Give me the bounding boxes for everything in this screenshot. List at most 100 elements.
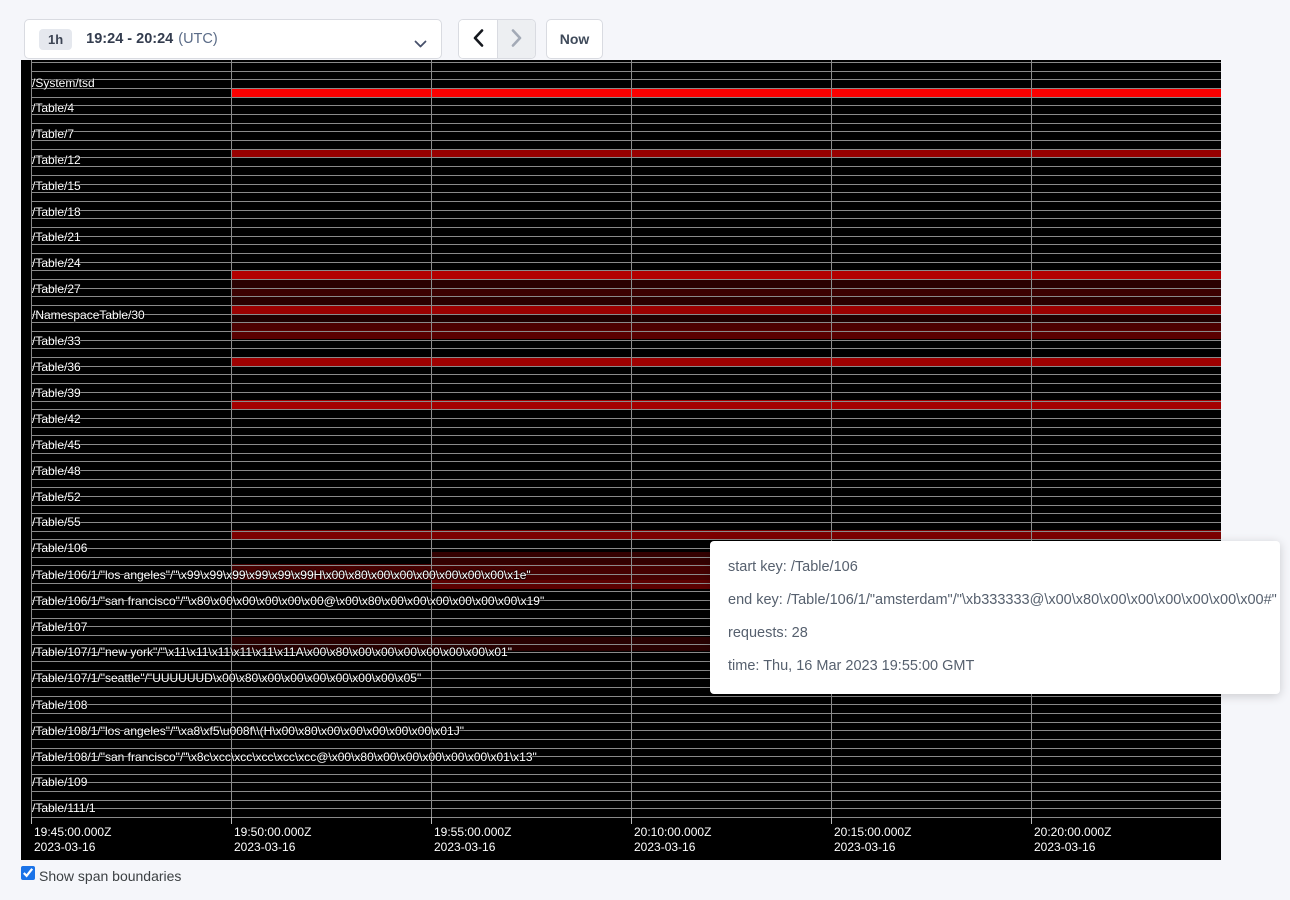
span-boundary-line (31, 296, 1221, 297)
span-boundary-line (31, 713, 1221, 714)
axis-tick (831, 817, 832, 824)
row-label: /Table/12 (32, 154, 81, 166)
span-boundary-line (31, 62, 1221, 63)
footer: Show span boundaries (21, 866, 181, 885)
axis-time: 20:20:00.000Z (1034, 825, 1111, 840)
page: { "toolbar": { "preset": "1h", "range": … (0, 0, 1290, 900)
time-gridline (831, 60, 832, 820)
span-boundary-line (31, 105, 1221, 106)
axis-tick (1031, 817, 1032, 824)
span-boundary-line (31, 392, 1221, 393)
span-boundary-line (31, 114, 1221, 115)
span-band[interactable] (231, 270, 1221, 279)
row-label: /Table/4 (32, 102, 74, 114)
axis-label: 19:50:00.000Z2023-03-16 (234, 825, 311, 855)
axis-date: 2023-03-16 (634, 840, 711, 855)
span-boundary-line (31, 123, 1221, 124)
span-boundary-line (31, 383, 1221, 384)
span-boundary-line (31, 808, 1221, 809)
tooltip-start-key: start key: /Table/106 (728, 551, 1262, 584)
span-boundary-line (31, 175, 1221, 176)
time-range-text: 19:24 - 20:24 (86, 31, 173, 47)
next-time-button[interactable] (497, 20, 535, 58)
axis-tick (631, 817, 632, 824)
span-boundary-line (31, 774, 1221, 775)
span-boundary-line (31, 479, 1221, 480)
span-band[interactable] (231, 305, 1221, 314)
toolbar: 1h 19:24 - 20:24 (UTC) Now (24, 19, 603, 59)
span-boundary-line (31, 210, 1221, 211)
span-boundary-line (31, 696, 1221, 697)
row-label: /Table/48 (32, 465, 81, 477)
time-gridline (431, 60, 432, 820)
now-button[interactable]: Now (546, 19, 603, 59)
tooltip-time: time: Thu, 16 Mar 2023 19:55:00 GMT (728, 650, 1262, 683)
span-boundary-line (31, 782, 1221, 783)
axis-tick (31, 817, 32, 824)
row-label: /Table/27 (32, 283, 81, 295)
row-label: /Table/108/1/"los angeles"/"\xa8\xf5\u00… (32, 725, 464, 737)
span-boundary-line (31, 791, 1221, 792)
span-boundary-line (31, 374, 1221, 375)
span-boundary-line (31, 184, 1221, 185)
heatmap-canvas[interactable]: /System/tsd/Table/4/Table/7/Table/12/Tab… (21, 60, 1221, 860)
span-boundary-line (31, 427, 1221, 428)
time-range-selector[interactable]: 1h 19:24 - 20:24 (UTC) (24, 19, 442, 59)
show-span-boundaries-checkbox[interactable] (21, 866, 35, 880)
axis-date: 2023-03-16 (1034, 840, 1111, 855)
hover-tooltip: start key: /Table/106 end key: /Table/10… (710, 541, 1280, 694)
time-nav-group (458, 19, 536, 59)
span-band[interactable] (231, 88, 1221, 97)
axis-label: 20:10:00.000Z2023-03-16 (634, 825, 711, 855)
span-boundary-line (31, 331, 1221, 332)
span-boundary-line (31, 704, 1221, 705)
row-label: /Table/24 (32, 257, 81, 269)
span-boundary-line (31, 453, 1221, 454)
span-band[interactable] (231, 314, 1221, 322)
show-span-boundaries-control[interactable] (21, 866, 39, 885)
span-boundary-line (31, 218, 1221, 219)
axis-date: 2023-03-16 (434, 840, 511, 855)
row-label: /Table/108/1/"san francisco"/"\x8c\xcc\x… (32, 751, 537, 763)
span-boundary-line (31, 522, 1221, 523)
span-boundary-line (31, 97, 1221, 98)
span-boundary-line (31, 140, 1221, 141)
chevron-down-icon (414, 36, 427, 54)
axis-tick (431, 817, 432, 824)
axis-label: 19:55:00.000Z2023-03-16 (434, 825, 511, 855)
span-band[interactable] (231, 288, 1221, 296)
span-boundary-line (31, 201, 1221, 202)
span-boundary-line (31, 435, 1221, 436)
span-boundary-line (31, 800, 1221, 801)
row-label: /Table/7 (32, 128, 74, 140)
span-boundary-line (31, 131, 1221, 132)
span-boundary-line (31, 340, 1221, 341)
span-boundary-line (31, 817, 1221, 818)
span-boundary-line (31, 227, 1221, 228)
span-band[interactable] (231, 279, 1221, 288)
prev-time-button[interactable] (459, 20, 497, 58)
axis-time: 19:55:00.000Z (434, 825, 511, 840)
row-label: /Table/107/1/"new york"/"\x11\x11\x11\x1… (32, 646, 512, 658)
row-label: /Table/52 (32, 491, 81, 503)
axis-tick (231, 817, 232, 824)
axis-date: 2023-03-16 (34, 840, 111, 855)
time-gridline (231, 60, 232, 820)
span-boundary-line (31, 166, 1221, 167)
span-boundary-line (31, 722, 1221, 723)
span-boundary-line (31, 409, 1221, 410)
tooltip-requests: requests: 28 (728, 617, 1262, 650)
axis-time: 19:45:00.000Z (34, 825, 111, 840)
span-boundary-line (31, 487, 1221, 488)
row-label: /Table/36 (32, 361, 81, 373)
axis-date: 2023-03-16 (234, 840, 311, 855)
span-boundary-line (31, 244, 1221, 245)
span-boundary-line (31, 262, 1221, 263)
span-boundary-line (31, 157, 1221, 158)
row-label: /Table/39 (32, 387, 81, 399)
time-range-timezone: (UTC) (178, 31, 217, 47)
row-label: /Table/55 (32, 516, 81, 528)
row-label: /System/tsd (32, 77, 95, 89)
span-boundary-line (31, 505, 1221, 506)
span-boundary-line (31, 748, 1221, 749)
